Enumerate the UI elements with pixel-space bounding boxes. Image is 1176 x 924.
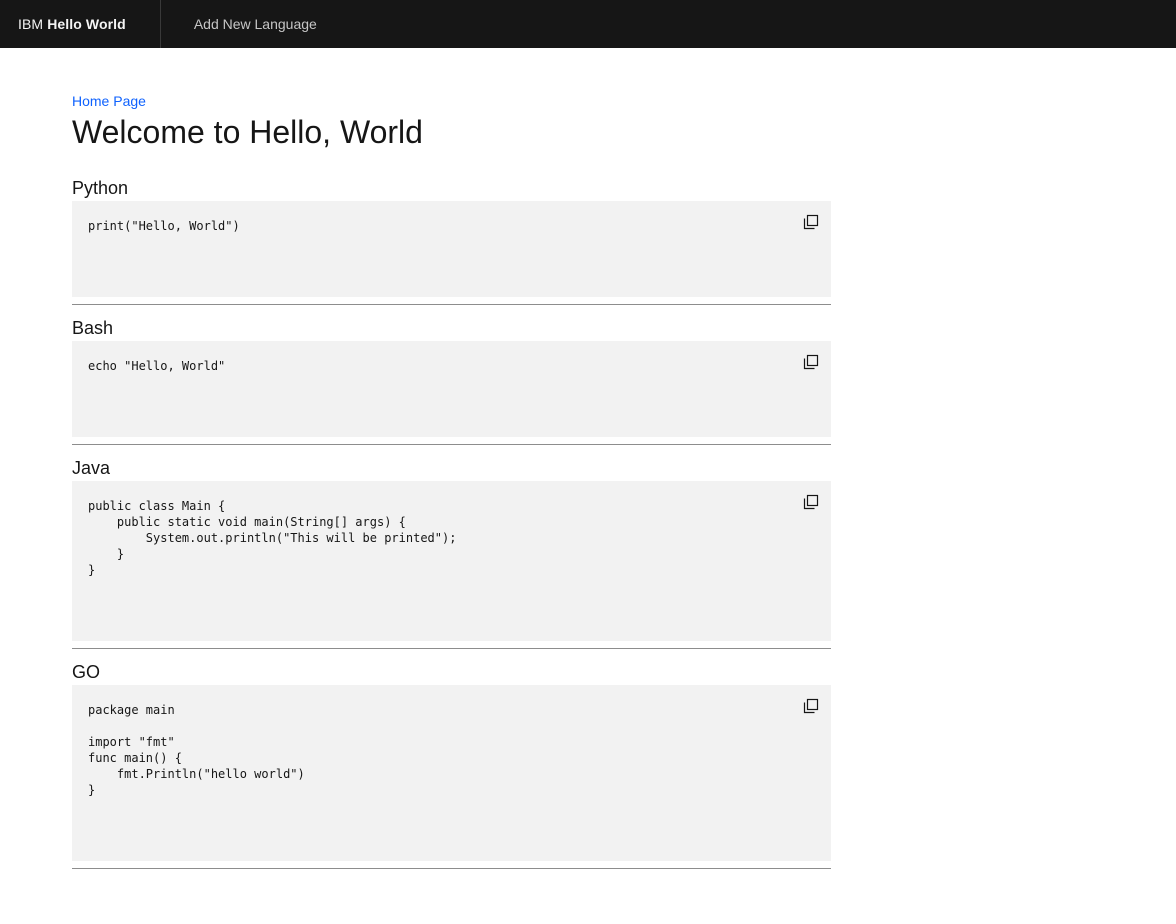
copy-button[interactable] (801, 352, 821, 372)
copy-button[interactable] (801, 212, 821, 232)
divider (72, 304, 831, 305)
code-snippet: echo "Hello, World" (72, 341, 831, 437)
code-text: package main import "fmt" func main() { … (88, 703, 305, 797)
section-python: Python print("Hello, World") (72, 177, 831, 305)
code-snippet: package main import "fmt" func main() { … (72, 685, 831, 861)
code-text: echo "Hello, World" (88, 359, 226, 373)
code-text: print("Hello, World") (88, 219, 240, 233)
divider (72, 868, 831, 869)
section-title: Bash (72, 318, 114, 338)
divider (72, 648, 831, 649)
code-snippet: print("Hello, World") (72, 201, 831, 297)
breadcrumb-home-page[interactable]: Home Page (72, 93, 146, 109)
copy-icon (803, 214, 819, 230)
copy-button[interactable] (801, 492, 821, 512)
section-java: Java public class Main { public static v… (72, 457, 831, 649)
section-title: GO (72, 662, 101, 682)
app-header: IBM Hello World Add New Language (0, 0, 1176, 48)
brand-name: Hello World (47, 16, 126, 32)
copy-icon (803, 698, 819, 714)
brand-prefix: IBM (18, 16, 44, 32)
code-text: public class Main { public static void m… (88, 499, 457, 577)
code-snippet: public class Main { public static void m… (72, 481, 831, 641)
copy-icon (803, 354, 819, 370)
brand-link[interactable]: IBM Hello World (0, 0, 161, 48)
copy-button[interactable] (801, 696, 821, 716)
copy-icon (803, 494, 819, 510)
section-title: Python (72, 178, 129, 198)
divider (72, 444, 831, 445)
section-bash: Bash echo "Hello, World" (72, 317, 831, 445)
section-go: GO package main import "fmt" func main()… (72, 661, 831, 869)
section-title: Java (72, 458, 111, 478)
page-title: Welcome to Hello, World (72, 114, 423, 150)
nav-add-new-language[interactable]: Add New Language (161, 0, 317, 48)
